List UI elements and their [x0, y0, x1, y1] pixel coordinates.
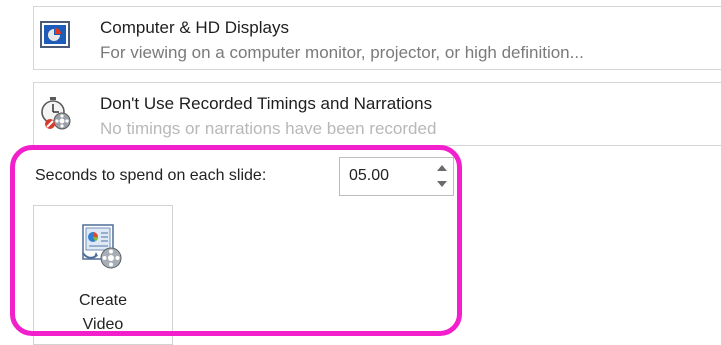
spin-up-arrow-icon[interactable]: [435, 159, 449, 176]
presentation-screen-icon: [40, 20, 70, 50]
seconds-per-slide-spinner[interactable]: 05.00: [339, 157, 454, 196]
create-video-label: Create Video: [34, 289, 172, 337]
timings-description: No timings or narrations have been recor…: [100, 119, 437, 138]
resolution-description: For viewing on a computer monitor, proje…: [100, 43, 584, 62]
resolution-title: Computer & HD Displays: [100, 18, 289, 37]
timings-dropdown[interactable]: Don't Use Recorded Timings and Narration…: [33, 82, 721, 146]
seconds-per-slide-label: Seconds to spend on each slide:: [35, 167, 267, 184]
spin-down-arrow-icon[interactable]: [435, 177, 449, 194]
resolution-dropdown[interactable]: Computer & HD Displays For viewing on a …: [33, 6, 721, 70]
stopwatch-film-icon: [40, 96, 71, 130]
timings-title: Don't Use Recorded Timings and Narration…: [100, 94, 433, 113]
seconds-per-slide-value[interactable]: 05.00: [349, 167, 389, 185]
create-video-button[interactable]: Create Video: [33, 205, 173, 345]
create-video-label-line2: Video: [82, 316, 124, 333]
create-video-icon: [77, 221, 127, 271]
create-video-label-line1: Create: [78, 292, 128, 309]
